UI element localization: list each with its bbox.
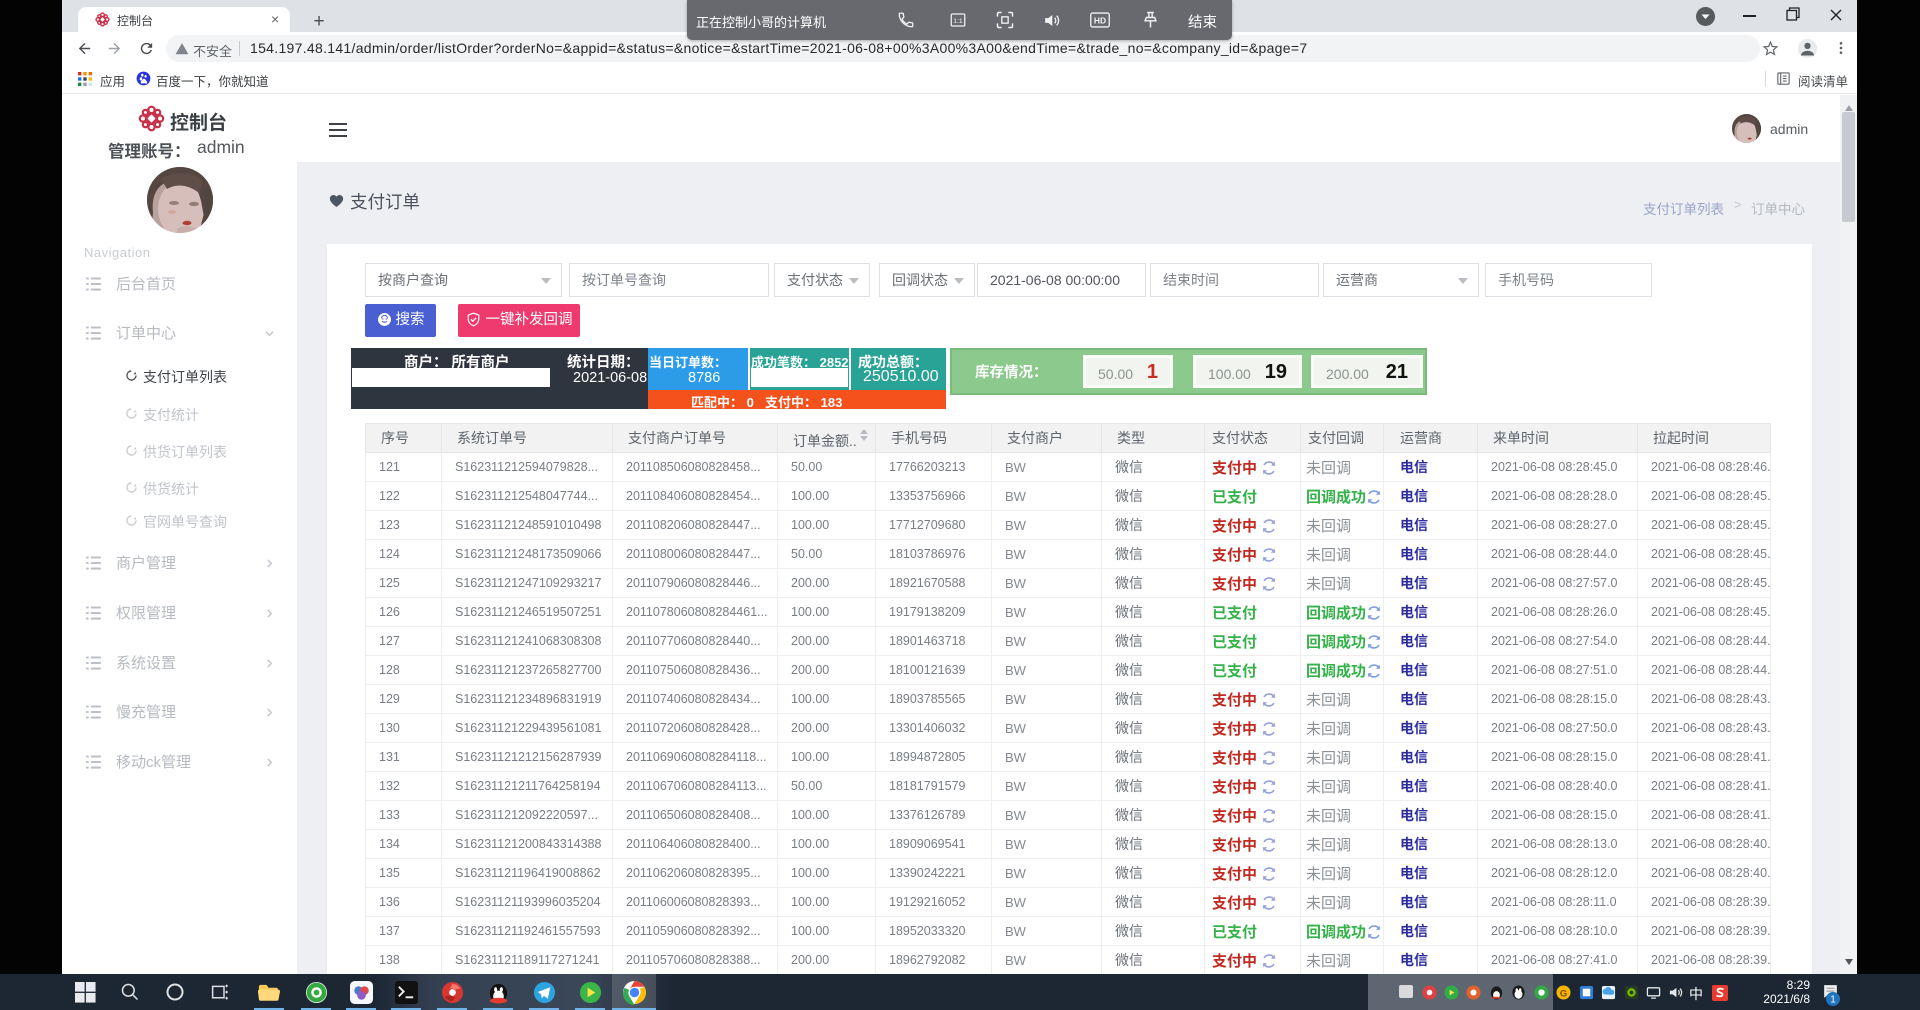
svg-text:HD: HD [1094,15,1106,25]
svg-text:1:1: 1:1 [953,18,963,25]
svg-text:1: 1 [1830,995,1836,1006]
svg-text:G: G [1560,988,1567,998]
